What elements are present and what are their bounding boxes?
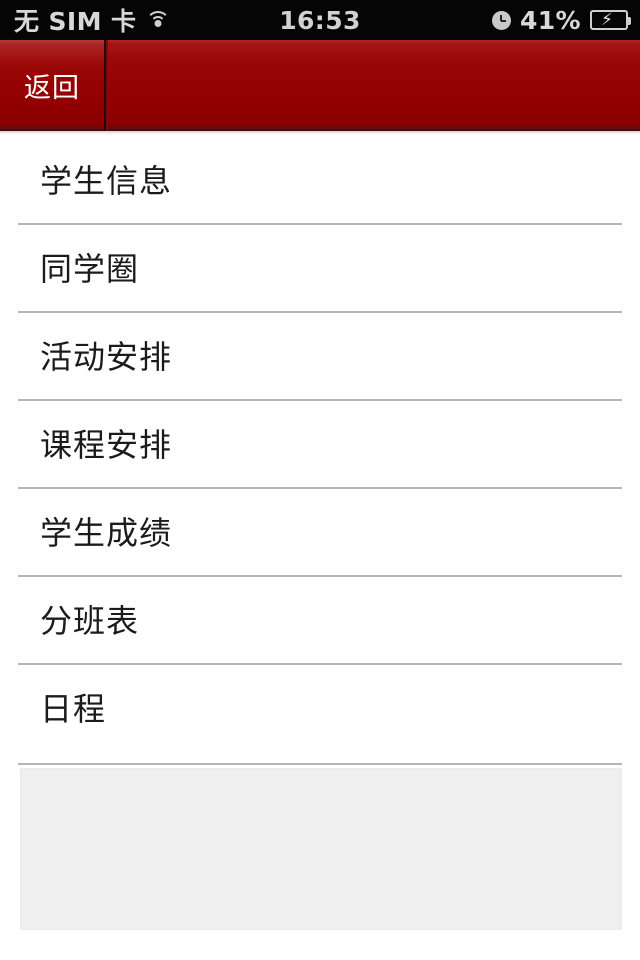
list-item-label: 学生成绩	[40, 514, 173, 552]
battery-charging-icon: ⚡	[590, 10, 631, 30]
status-bar: 无 SIM 卡 16:53 41% ⚡	[0, 0, 640, 40]
menu-list: 学生信息 同学圈 活动安排 课程安排 学生成绩 分班表 日程	[0, 135, 640, 751]
list-bottom-divider	[18, 763, 622, 765]
clock-icon	[491, 10, 511, 30]
list-item-label: 日程	[40, 690, 107, 728]
list-item-course-schedule[interactable]: 课程安排	[0, 399, 640, 487]
status-bar-right: 41% ⚡	[491, 5, 631, 35]
bottom-content-panel	[20, 768, 622, 930]
list-item-label: 课程安排	[40, 426, 173, 464]
back-button[interactable]: 返回	[0, 40, 106, 131]
list-item-activity-schedule[interactable]: 活动安排	[0, 311, 640, 399]
list-item-label: 分班表	[40, 602, 140, 640]
list-item-classmate-circle[interactable]: 同学圈	[0, 223, 640, 311]
battery-percent-label: 41%	[519, 5, 581, 35]
list-item-label: 活动安排	[40, 338, 173, 376]
list-item-student-grades[interactable]: 学生成绩	[0, 487, 640, 575]
navigation-bar: 返回	[0, 40, 640, 131]
list-item-class-division[interactable]: 分班表	[0, 575, 640, 663]
list-item-label: 学生信息	[40, 162, 173, 200]
list-item-student-info[interactable]: 学生信息	[0, 135, 640, 223]
list-item-label: 同学圈	[40, 250, 140, 288]
app-screen: 无 SIM 卡 16:53 41% ⚡ 返回 学生信息 同学圈 活动安排 课程安…	[0, 0, 640, 960]
back-button-label: 返回	[24, 73, 80, 104]
page-title	[106, 40, 640, 131]
list-item-daily-schedule[interactable]: 日程	[0, 663, 640, 751]
